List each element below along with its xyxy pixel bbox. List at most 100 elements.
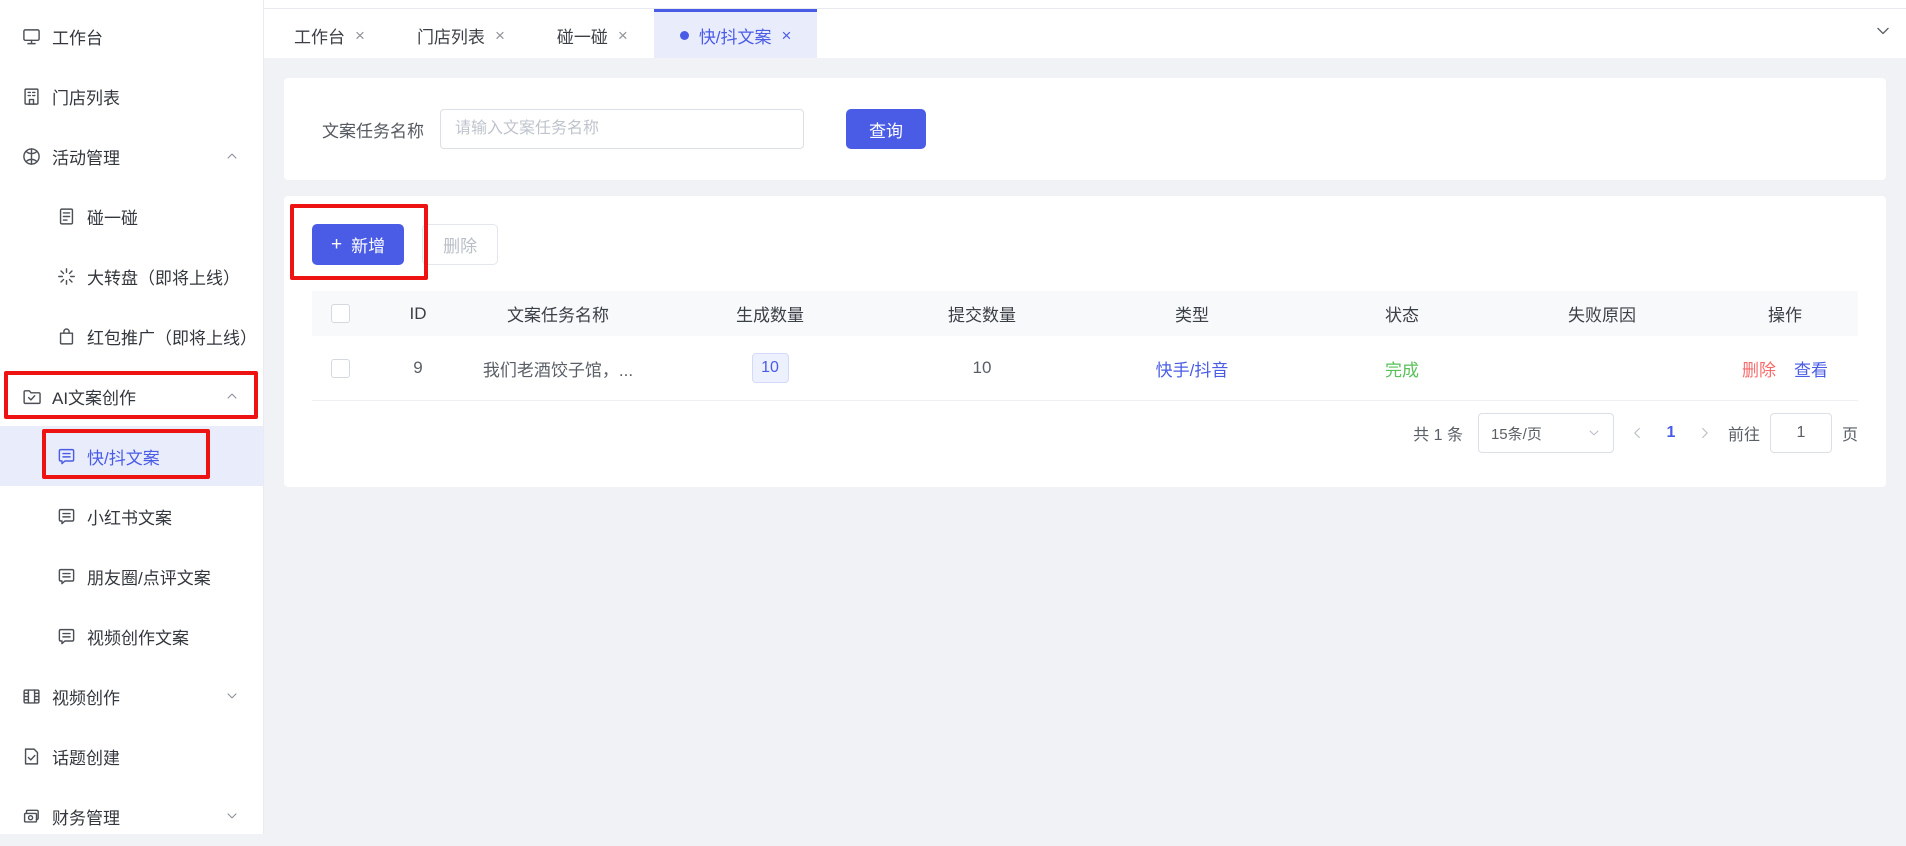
tab-touch[interactable]: 碰一碰 ×	[531, 9, 654, 58]
sidebar-item-label: 视频创作文案	[87, 624, 189, 649]
page-size-value: 15条/页	[1491, 423, 1542, 444]
sidebar-item-label: 红包推广（即将上线）	[87, 324, 257, 349]
sidebar-item-video-creation[interactable]: 视频创作	[0, 666, 263, 726]
film-icon	[22, 687, 41, 706]
sidebar-item-label: 财务管理	[52, 804, 120, 829]
document-icon	[57, 207, 76, 226]
app-root: 工作台 门店列表 活动管理 碰一碰 大转盘（即将上线） 红包推广（即将上线） A…	[0, 0, 1906, 834]
column-header-submitted: 提交数量	[892, 301, 1072, 326]
task-table: ID 文案任务名称 生成数量 提交数量 类型 状态 失败原因 操作 9	[312, 291, 1858, 401]
row-type: 快手/抖音	[1072, 356, 1312, 381]
sidebar-item-xiaohongshu-copy[interactable]: 小红书文案	[0, 486, 263, 546]
page-unit-label: 页	[1842, 421, 1858, 445]
chevron-right-icon[interactable]	[1697, 425, 1713, 441]
close-icon[interactable]: ×	[782, 27, 792, 44]
sidebar-item-touch[interactable]: 碰一碰	[0, 186, 263, 246]
task-name-input[interactable]	[440, 109, 804, 149]
column-header-task-name: 文案任务名称	[468, 301, 648, 326]
delete-button[interactable]: 删除	[422, 224, 498, 265]
row-checkbox[interactable]	[331, 359, 350, 378]
row-actions-cell: 删除 查看	[1712, 356, 1858, 381]
tab-workbench[interactable]: 工作台 ×	[268, 9, 391, 58]
column-header-status: 状态	[1312, 301, 1492, 326]
tab-store-list[interactable]: 门店列表 ×	[391, 9, 531, 58]
header-select-cell	[312, 304, 368, 323]
row-view-link[interactable]: 查看	[1794, 356, 1828, 381]
goto-page-input[interactable]	[1770, 413, 1832, 453]
chevron-down-icon[interactable]	[1874, 22, 1892, 40]
tab-kuaidou-copy[interactable]: 快/抖文案 ×	[654, 9, 818, 58]
tab-label: 门店列表	[417, 23, 485, 48]
pagination: 共 1 条 15条/页 1 前往 页	[312, 413, 1858, 453]
page-size-select[interactable]: 15条/页	[1478, 413, 1614, 453]
sidebar-item-label: 门店列表	[52, 84, 120, 109]
chevron-down-icon	[225, 809, 239, 823]
content-area: 文案任务名称 查询 + 新增 删除	[264, 58, 1906, 834]
table-header-row: ID 文案任务名称 生成数量 提交数量 类型 状态 失败原因 操作	[312, 291, 1858, 336]
page-number[interactable]: 1	[1660, 424, 1682, 442]
close-icon[interactable]: ×	[495, 27, 505, 44]
sidebar: 工作台 门店列表 活动管理 碰一碰 大转盘（即将上线） 红包推广（即将上线） A…	[0, 0, 264, 834]
generated-count-badge: 10	[752, 353, 789, 383]
sidebar-item-kuaidou-copy[interactable]: 快/抖文案	[0, 426, 263, 486]
close-icon[interactable]: ×	[355, 27, 365, 44]
close-icon[interactable]: ×	[618, 27, 628, 44]
row-delete-link[interactable]: 删除	[1742, 356, 1776, 381]
row-task-name: 我们老酒饺子馆，...	[468, 356, 648, 381]
monitor-icon	[22, 27, 41, 46]
sidebar-item-video-creation-copy[interactable]: 视频创作文案	[0, 606, 263, 666]
sidebar-item-label: 大转盘（即将上线）	[87, 264, 240, 289]
table-row: 9 我们老酒饺子馆，... 10 10 快手/抖音 完成 删除 查看	[312, 336, 1858, 401]
column-header-generated: 生成数量	[648, 301, 892, 326]
total-count: 共 1 条	[1413, 421, 1463, 445]
sidebar-item-workbench[interactable]: 工作台	[0, 6, 263, 66]
sidebar-item-store-list[interactable]: 门店列表	[0, 66, 263, 126]
chevron-left-icon[interactable]	[1629, 425, 1645, 441]
chevron-down-icon	[1587, 426, 1601, 440]
toolbar: + 新增 删除	[312, 224, 1858, 265]
plus-icon: +	[331, 235, 342, 254]
activity-icon	[22, 147, 41, 166]
sidebar-item-redpacket-promo[interactable]: 红包推广（即将上线）	[0, 306, 263, 366]
comment-icon	[57, 507, 76, 526]
column-header-fail-reason: 失败原因	[1492, 301, 1712, 326]
sidebar-item-ai-copywriting[interactable]: AI文案创作	[0, 366, 263, 426]
goto-label: 前往	[1728, 421, 1760, 445]
sidebar-item-topic-creation[interactable]: 话题创建	[0, 726, 263, 786]
sidebar-item-finance-management[interactable]: 财务管理	[0, 786, 263, 846]
column-header-type: 类型	[1072, 301, 1312, 326]
add-button-label: 新增	[351, 232, 385, 257]
sidebar-item-label: 活动管理	[52, 144, 120, 169]
column-header-actions: 操作	[1712, 301, 1858, 326]
select-all-checkbox[interactable]	[331, 304, 350, 323]
sidebar-item-lucky-wheel[interactable]: 大转盘（即将上线）	[0, 246, 263, 306]
sidebar-item-label: 工作台	[52, 24, 103, 49]
sidebar-item-label: 朋友圈/点评文案	[87, 564, 211, 589]
row-status: 完成	[1312, 356, 1492, 381]
row-generated-cell: 10	[648, 353, 892, 383]
main-area: 工作台 × 门店列表 × 碰一碰 × 快/抖文案 ×	[264, 0, 1906, 834]
goto-page: 前往 页	[1728, 413, 1858, 453]
add-button[interactable]: + 新增	[312, 224, 404, 265]
sidebar-item-label: 快/抖文案	[87, 444, 160, 469]
tab-list: 工作台 × 门店列表 × 碰一碰 × 快/抖文案 ×	[264, 9, 817, 58]
sidebar-item-moments-review-copy[interactable]: 朋友圈/点评文案	[0, 546, 263, 606]
task-name-label: 文案任务名称	[322, 117, 424, 142]
folder-check-icon	[22, 387, 41, 406]
comment-icon	[57, 447, 76, 466]
sidebar-item-label: 小红书文案	[87, 504, 172, 529]
tab-label: 快/抖文案	[699, 23, 772, 48]
tab-label: 碰一碰	[557, 23, 608, 48]
column-header-id: ID	[368, 304, 468, 324]
chevron-up-icon	[225, 389, 239, 403]
comment-icon	[57, 567, 76, 586]
sidebar-item-label: AI文案创作	[52, 384, 136, 409]
sidebar-item-label: 话题创建	[52, 744, 120, 769]
row-id: 9	[368, 358, 468, 378]
chevron-up-icon	[225, 149, 239, 163]
spinner-icon	[57, 267, 76, 286]
sidebar-item-label: 视频创作	[52, 684, 120, 709]
search-button[interactable]: 查询	[846, 109, 926, 149]
sidebar-item-activity-management[interactable]: 活动管理	[0, 126, 263, 186]
tab-bar: 工作台 × 门店列表 × 碰一碰 × 快/抖文案 ×	[264, 0, 1906, 58]
